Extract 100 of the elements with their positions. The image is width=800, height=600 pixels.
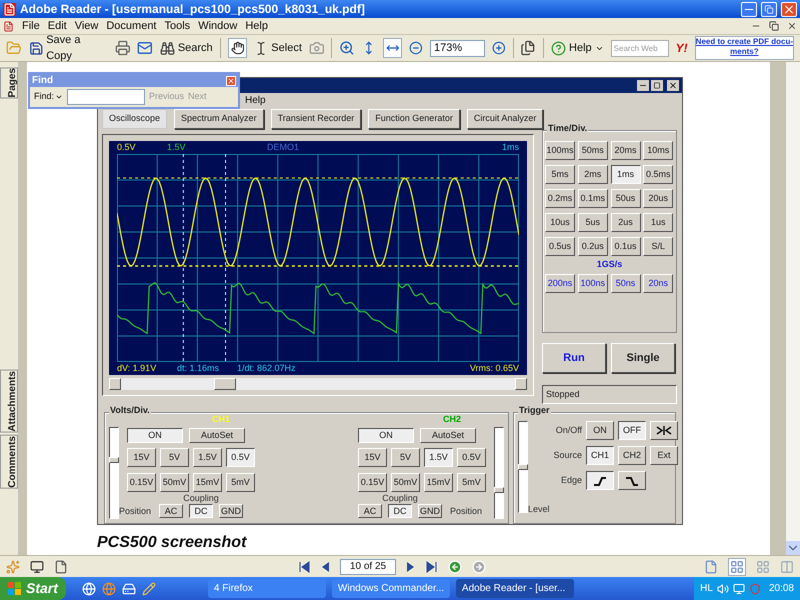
volts-button[interactable]: 15mV: [193, 473, 222, 492]
save-copy-button[interactable]: Save a Copy: [28, 32, 108, 64]
close-icon[interactable]: [667, 80, 679, 91]
caret-icon[interactable]: [55, 93, 64, 101]
time-div-button[interactable]: 0.2us: [578, 237, 608, 256]
volts-button[interactable]: 15V: [127, 448, 156, 467]
page-number-field[interactable]: 10 of 25: [340, 558, 396, 574]
monitor-icon[interactable]: [30, 560, 44, 574]
scroll-down-icon[interactable]: [786, 541, 800, 555]
time-div-button[interactable]: 50ns: [610, 274, 640, 292]
time-div-button[interactable]: 0.1us: [610, 237, 640, 256]
volts-button[interactable]: 0.5V: [226, 448, 255, 467]
page-icon[interactable]: [54, 560, 68, 574]
mode-tab[interactable]: Spectrum Analyzer: [174, 109, 264, 129]
vertical-scrollbar[interactable]: [786, 62, 800, 555]
cursor-line[interactable]: [117, 265, 519, 267]
slider-thumb[interactable]: [109, 457, 119, 464]
back-icon[interactable]: [448, 560, 462, 574]
time-div-button[interactable]: 10us: [545, 213, 575, 232]
volts-button[interactable]: 5mV: [457, 473, 486, 492]
time-div-button[interactable]: 2us: [610, 213, 640, 232]
time-div-button[interactable]: S/L: [643, 237, 674, 256]
zoom-out-icon[interactable]: [409, 41, 424, 55]
side-tab[interactable]: Comments: [0, 435, 18, 489]
coupling-button[interactable]: DC: [189, 504, 214, 518]
volts-button[interactable]: 1.5V: [193, 448, 222, 467]
channel-on-button[interactable]: ON: [127, 428, 183, 443]
trigger-source-button[interactable]: CH1: [586, 446, 614, 465]
mode-tab[interactable]: Function Generator: [368, 109, 460, 129]
time-div-button[interactable]: 0.5ms: [643, 165, 674, 184]
find-label[interactable]: Find:: [34, 90, 54, 104]
taskbar-task[interactable]: Adobe Reader - [user...: [456, 579, 574, 598]
time-div-button[interactable]: 100ms: [545, 141, 575, 160]
time-div-button[interactable]: 5us: [578, 213, 608, 232]
find-field[interactable]: [67, 89, 146, 105]
menu-item[interactable]: Help: [245, 18, 268, 34]
position-slider[interactable]: [494, 427, 504, 519]
zoom-in-circle-icon[interactable]: [492, 41, 506, 55]
time-div-button[interactable]: 20ms: [610, 141, 640, 160]
previous-page-icon[interactable]: [320, 560, 330, 572]
autoset-button[interactable]: AutoSet: [420, 428, 476, 443]
minimize-icon[interactable]: [637, 80, 649, 91]
volts-button[interactable]: 5V: [160, 448, 189, 467]
menu-item[interactable]: Document: [106, 18, 156, 34]
trigger-toggle-button[interactable]: OFF: [618, 421, 646, 440]
trigger-source-button[interactable]: Ext: [650, 446, 678, 465]
time-div-button[interactable]: 2ms: [578, 165, 608, 184]
volts-button[interactable]: 0.15V: [127, 473, 156, 492]
volts-button[interactable]: 5mV: [226, 473, 255, 492]
browser-icon[interactable]: [82, 582, 96, 596]
zoom-in-icon[interactable]: [339, 40, 356, 56]
menu-item[interactable]: Help: [245, 93, 266, 108]
minimize-icon[interactable]: [741, 2, 757, 16]
menu-item[interactable]: File: [22, 18, 40, 34]
trigger-center-button[interactable]: [650, 421, 678, 440]
maximize-icon[interactable]: [651, 80, 663, 91]
printer-icon[interactable]: [114, 40, 130, 56]
cursor-line[interactable]: [182, 154, 184, 362]
email-icon[interactable]: [137, 40, 153, 56]
mode-tab[interactable]: Transient Recorder: [270, 109, 362, 129]
coupling-button[interactable]: GND: [219, 504, 244, 518]
time-div-button[interactable]: 200ns: [545, 274, 575, 292]
scroll-left-button[interactable]: [109, 378, 121, 390]
close-icon[interactable]: [787, 21, 797, 31]
single-button[interactable]: Single: [611, 343, 675, 373]
time-div-button[interactable]: 20ns: [643, 274, 674, 292]
slider-thumb[interactable]: [494, 486, 504, 493]
volts-button[interactable]: 15V: [358, 448, 387, 467]
pages-icon[interactable]: [520, 40, 536, 56]
taskbar-task[interactable]: Windows Commander...: [332, 579, 450, 598]
time-div-button[interactable]: 1ms: [610, 165, 640, 184]
coupling-button[interactable]: AC: [159, 504, 184, 518]
continuous-page-icon[interactable]: [728, 558, 746, 576]
pencil-icon[interactable]: [142, 582, 156, 596]
position-slider[interactable]: [109, 427, 119, 519]
next-page-icon[interactable]: [406, 560, 416, 572]
time-div-button[interactable]: 5ms: [545, 165, 575, 184]
slider-thumb[interactable]: [518, 464, 528, 470]
single-page-icon[interactable]: [704, 560, 718, 574]
help-button[interactable]: Help: [551, 40, 604, 56]
trigger-toggle-button[interactable]: ON: [586, 421, 614, 440]
time-div-button[interactable]: 20us: [643, 189, 674, 208]
mode-tab[interactable]: Oscilloscope: [102, 109, 168, 129]
volts-button[interactable]: 50mV: [391, 473, 420, 492]
channel-on-button[interactable]: ON: [358, 428, 414, 443]
time-div-button[interactable]: 100ns: [578, 274, 608, 292]
time-div-button[interactable]: 0.1ms: [578, 189, 608, 208]
select-tool-button[interactable]: Select: [254, 40, 302, 56]
time-div-button[interactable]: 0.2ms: [545, 189, 575, 208]
volts-button[interactable]: 0.5V: [457, 448, 486, 467]
volts-button[interactable]: 5V: [391, 448, 420, 467]
start-button[interactable]: Start: [0, 577, 66, 600]
run-button[interactable]: Run: [542, 343, 606, 373]
volts-button[interactable]: 50mV: [160, 473, 189, 492]
time-div-button[interactable]: 1us: [643, 213, 674, 232]
volts-button[interactable]: 1.5V: [424, 448, 453, 467]
horizontal-scrollbar[interactable]: [109, 378, 527, 390]
fit-width-icon[interactable]: [382, 38, 402, 58]
taskbar-task[interactable]: 4 Firefox: [208, 579, 326, 598]
zoom-field[interactable]: 173%: [430, 40, 485, 56]
